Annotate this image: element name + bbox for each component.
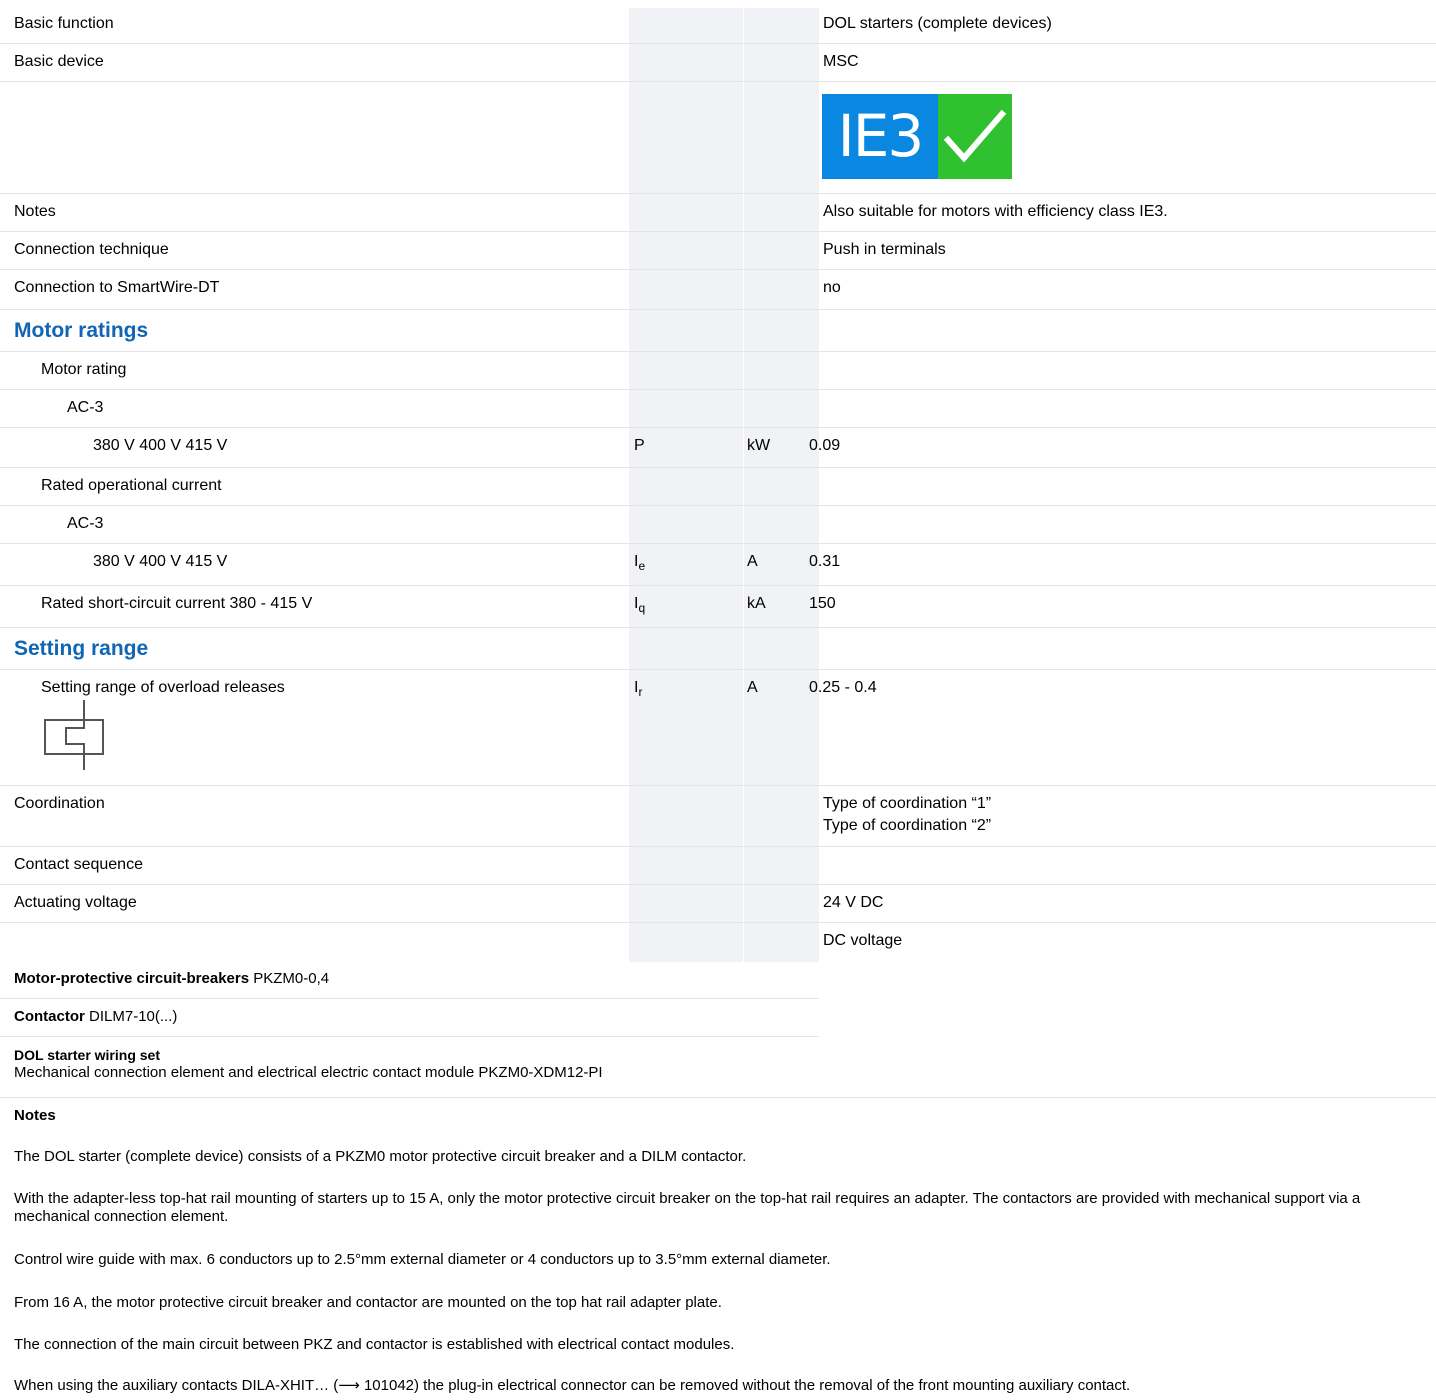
label-ac3-a: AC-3	[67, 399, 104, 416]
note-paragraph-4: From 16 A, the motor protective circuit …	[14, 1294, 722, 1311]
mpcb-value: PKZM0-0,4	[253, 970, 330, 987]
row-setting-range-overload: Setting range of overload releases Ir A …	[0, 670, 1436, 786]
ie3-badge: IE3	[822, 94, 1012, 179]
label-actuating-voltage: Actuating voltage	[14, 894, 137, 911]
label-motor-rating: Motor rating	[41, 361, 127, 378]
row-ie3-badge	[0, 82, 1436, 194]
label-notes: Notes	[14, 203, 56, 220]
value-setting-range: 0.25 - 0.4	[809, 679, 877, 696]
symbol-iq: Iq	[634, 595, 646, 615]
row-contact-sequence: Contact sequence	[0, 847, 1436, 885]
label-voltage-b: 380 V 400 V 415 V	[93, 553, 228, 570]
value-ka: 150	[809, 595, 836, 612]
row-ac3-b: AC-3	[0, 506, 1436, 544]
symbol-p: P	[634, 437, 645, 454]
label-basic-device: Basic device	[14, 53, 104, 70]
checkmark-icon	[938, 94, 1012, 179]
mpcb-label: Motor-protective circuit-breakers	[14, 970, 250, 987]
row-rated-current: Rated operational current	[0, 468, 1436, 506]
notes-heading: Notes	[14, 1107, 56, 1124]
note-paragraph-5: The connection of the main circuit betwe…	[14, 1336, 735, 1353]
value-basic-function: DOL starters (complete devices)	[823, 15, 1052, 32]
heading-motor-ratings: Motor ratings	[14, 319, 149, 342]
component-wiring-set: DOL starter wiring set	[14, 1046, 160, 1064]
label-connection-smartwire: Connection to SmartWire-DT	[14, 279, 220, 296]
row-basic-device: Basic device MSC	[0, 44, 1436, 82]
value-kw: 0.09	[809, 437, 841, 454]
value-connection-technique: Push in terminals	[823, 241, 946, 258]
row-short-circuit: Rated short-circuit current 380 - 415 V …	[0, 586, 1436, 628]
label-short-circuit: Rated short-circuit current 380 - 415 V	[41, 595, 313, 612]
note-paragraph-3: Control wire guide with max. 6 conductor…	[14, 1251, 831, 1268]
separator	[0, 1097, 1436, 1098]
value-dc-voltage: DC voltage	[823, 932, 903, 949]
label-basic-function: Basic function	[14, 15, 114, 32]
label-connection-technique: Connection technique	[14, 241, 169, 258]
value-connection-smartwire: no	[823, 279, 841, 296]
datasheet-page: Basic function DOL starters (complete de…	[0, 0, 1436, 1400]
component-wiring-value: Mechanical connection element and electr…	[14, 1064, 603, 1081]
row-actuating-voltage: Actuating voltage 24 V DC	[0, 885, 1436, 923]
value-a: 0.31	[809, 553, 841, 570]
heading-setting-range: Setting range	[14, 637, 149, 660]
row-notes: Notes Also suitable for motors with effi…	[0, 194, 1436, 232]
row-coordination: Coordination Type of coordination “1” Ty…	[0, 786, 1436, 847]
label-contact-sequence: Contact sequence	[14, 856, 143, 873]
symbol-ir: Ir	[634, 679, 643, 699]
section-setting-range: Setting range	[0, 628, 1436, 670]
value-basic-device: MSC	[823, 53, 859, 70]
component-contactor: Contactor DILM7-10(...)	[14, 1008, 177, 1026]
wiring-label: DOL starter wiring set	[14, 1047, 161, 1063]
row-basic-function: Basic function DOL starters (complete de…	[0, 6, 1436, 44]
note-paragraph-6: When using the auxiliary contacts DILA-X…	[14, 1377, 1131, 1394]
row-motor-rating-voltage: 380 V 400 V 415 V P kW 0.09	[0, 428, 1436, 468]
value-actuating-voltage: 24 V DC	[823, 894, 884, 911]
contactor-value: DILM7-10(...)	[89, 1008, 178, 1025]
label-rated-current: Rated operational current	[41, 477, 222, 494]
value-coordination-1: Type of coordination “1”	[823, 795, 992, 812]
section-motor-ratings: Motor ratings	[0, 310, 1436, 352]
note-paragraph-1: The DOL starter (complete device) consis…	[14, 1148, 747, 1165]
unit-a: A	[747, 553, 758, 570]
unit-setting-a: A	[747, 679, 758, 696]
symbol-ie: Ie	[634, 553, 646, 573]
ie3-badge-text: IE3	[822, 94, 938, 179]
separator	[0, 1036, 819, 1037]
component-mpcb: Motor-protective circuit-breakers PKZM0-…	[14, 970, 329, 988]
label-ac3-b: AC-3	[67, 515, 104, 532]
row-ac3-a: AC-3	[0, 390, 1436, 428]
row-connection-smartwire: Connection to SmartWire-DT no	[0, 270, 1436, 310]
row-connection-technique: Connection technique Push in terminals	[0, 232, 1436, 270]
value-notes: Also suitable for motors with efficiency…	[823, 203, 1168, 220]
separator	[0, 998, 819, 999]
label-setting-range: Setting range of overload releases	[41, 679, 285, 696]
note-paragraph-2: With the adapter-less top-hat rail mount…	[14, 1190, 1361, 1225]
unit-ka: kA	[747, 595, 766, 612]
overload-relay-icon	[44, 700, 104, 770]
value-coordination-2: Type of coordination “2”	[823, 817, 992, 834]
contactor-label: Contactor	[14, 1008, 85, 1025]
label-voltage-a: 380 V 400 V 415 V	[93, 437, 228, 454]
row-current-voltage: 380 V 400 V 415 V Ie A 0.31	[0, 544, 1436, 586]
row-motor-rating: Motor rating	[0, 352, 1436, 390]
label-coordination: Coordination	[14, 795, 105, 812]
row-dc-voltage: DC voltage	[0, 923, 1436, 962]
unit-kw: kW	[747, 437, 771, 454]
